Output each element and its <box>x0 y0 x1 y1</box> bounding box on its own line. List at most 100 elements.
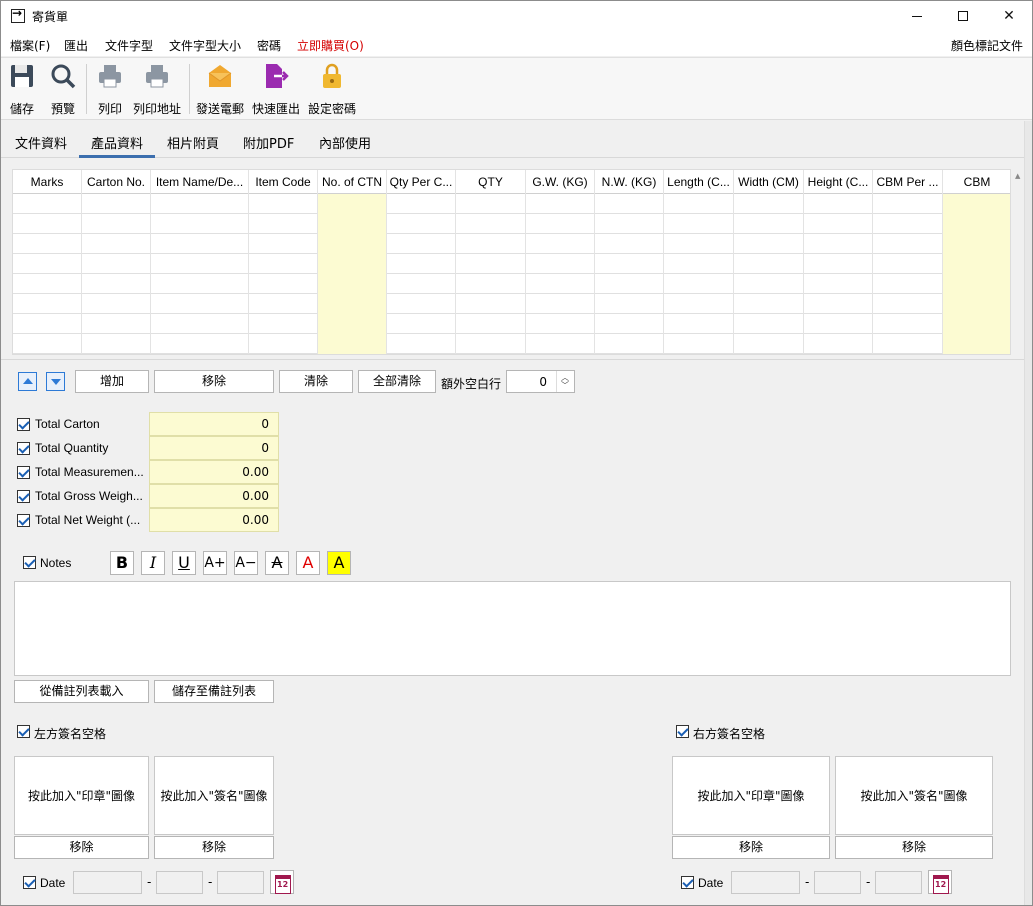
menu-password[interactable]: 密碼 <box>257 37 281 54</box>
send-email-button[interactable]: 發送電郵 <box>195 62 245 118</box>
table-cell[interactable] <box>249 314 318 334</box>
right-date-year-field[interactable] <box>731 871 800 894</box>
column-header[interactable]: N.W. (KG) <box>595 170 664 194</box>
table-cell[interactable] <box>318 234 387 254</box>
left-stamp-image-button[interactable]: 按此加入"印章"圖像 <box>14 756 149 835</box>
table-cell[interactable] <box>249 194 318 214</box>
table-cell[interactable] <box>804 294 873 314</box>
table-cell[interactable] <box>13 214 82 234</box>
table-cell[interactable] <box>804 334 873 354</box>
table-cell[interactable] <box>734 194 804 214</box>
move-row-up-button[interactable] <box>18 372 37 391</box>
column-header[interactable]: Qty Per C... <box>387 170 456 194</box>
table-cell[interactable] <box>318 274 387 294</box>
table-cell[interactable] <box>82 254 151 274</box>
table-cell[interactable] <box>318 254 387 274</box>
table-cell[interactable] <box>595 234 664 254</box>
decrease-font-button[interactable]: A− <box>234 551 258 575</box>
tab-product-info[interactable]: 產品資料 <box>91 133 143 152</box>
table-cell[interactable] <box>151 334 249 354</box>
panel-scrollbar[interactable] <box>1024 121 1032 905</box>
left-date-checkbox[interactable] <box>23 876 36 889</box>
table-cell[interactable] <box>249 234 318 254</box>
table-cell[interactable] <box>151 314 249 334</box>
table-cell[interactable] <box>318 194 387 214</box>
notes-checkbox[interactable] <box>23 556 36 569</box>
table-cell[interactable] <box>387 234 456 254</box>
table-cell[interactable] <box>151 274 249 294</box>
table-cell[interactable] <box>318 314 387 334</box>
left-date-year-field[interactable] <box>73 871 142 894</box>
table-cell[interactable] <box>664 294 734 314</box>
print-address-button[interactable]: 列印地址 <box>133 62 181 118</box>
menu-buy-now[interactable]: 立即購買(O) <box>297 37 364 54</box>
table-cell[interactable] <box>82 314 151 334</box>
table-cell[interactable] <box>456 234 526 254</box>
table-cell[interactable] <box>595 294 664 314</box>
column-header[interactable]: CBM Per ... <box>873 170 943 194</box>
stepper-buttons[interactable]: ︿ ﹀ <box>556 371 574 392</box>
tab-attach-pdf[interactable]: 附加PDF <box>243 133 294 152</box>
table-cell[interactable] <box>249 274 318 294</box>
bold-button[interactable]: B <box>110 551 134 575</box>
table-cell[interactable] <box>873 314 943 334</box>
clear-all-button[interactable]: 全部清除 <box>358 370 436 393</box>
column-header[interactable]: Width (CM) <box>734 170 804 194</box>
right-sign-image-button[interactable]: 按此加入"簽名"圖像 <box>835 756 993 835</box>
table-cell[interactable] <box>873 194 943 214</box>
table-cell[interactable] <box>804 274 873 294</box>
add-row-button[interactable]: 增加 <box>75 370 149 393</box>
total-checkbox[interactable] <box>17 442 30 455</box>
table-cell[interactable] <box>13 314 82 334</box>
highlight-button[interactable]: A <box>327 551 351 575</box>
table-cell[interactable] <box>664 274 734 294</box>
table-cell[interactable] <box>387 274 456 294</box>
column-header[interactable]: Carton No. <box>82 170 151 194</box>
extra-blank-rows-stepper[interactable]: 0 ︿ ﹀ <box>506 370 575 393</box>
table-cell[interactable] <box>456 314 526 334</box>
maximize-button[interactable] <box>940 1 986 31</box>
tab-photo-pages[interactable]: 相片附頁 <box>167 133 219 152</box>
total-checkbox[interactable] <box>17 514 30 527</box>
left-sign-remove-button[interactable]: 移除 <box>154 836 274 859</box>
total-checkbox[interactable] <box>17 466 30 479</box>
table-cell[interactable] <box>804 214 873 234</box>
column-header[interactable]: Height (C... <box>804 170 873 194</box>
table-cell[interactable] <box>387 254 456 274</box>
table-cell[interactable] <box>249 294 318 314</box>
table-cell[interactable] <box>595 334 664 354</box>
print-button[interactable]: 列印 <box>94 62 126 118</box>
product-grid[interactable]: Marks Carton No. Item Name/De... Item Code N… <box>12 169 1011 355</box>
close-button[interactable]: ✕ <box>986 1 1032 31</box>
table-cell[interactable] <box>943 274 1010 294</box>
table-cell[interactable] <box>151 214 249 234</box>
table-cell[interactable] <box>873 334 943 354</box>
column-header[interactable]: QTY <box>456 170 526 194</box>
total-checkbox[interactable] <box>17 490 30 503</box>
menu-color-doc[interactable]: 顏色標記文件 <box>951 37 1023 54</box>
table-cell[interactable] <box>804 194 873 214</box>
right-stamp-image-button[interactable]: 按此加入"印章"圖像 <box>672 756 830 835</box>
total-checkbox[interactable] <box>17 418 30 431</box>
column-header[interactable]: Item Name/De... <box>151 170 249 194</box>
table-cell[interactable] <box>664 214 734 234</box>
table-cell[interactable] <box>318 294 387 314</box>
table-cell[interactable] <box>734 334 804 354</box>
left-signature-checkbox[interactable] <box>17 725 30 738</box>
table-cell[interactable] <box>664 314 734 334</box>
table-cell[interactable] <box>249 214 318 234</box>
table-cell[interactable] <box>387 194 456 214</box>
menu-export[interactable]: 匯出 <box>64 37 88 54</box>
table-cell[interactable] <box>664 254 734 274</box>
table-cell[interactable] <box>456 274 526 294</box>
table-cell[interactable] <box>943 234 1010 254</box>
table-cell[interactable] <box>318 334 387 354</box>
table-cell[interactable] <box>13 254 82 274</box>
tab-internal-use[interactable]: 內部使用 <box>319 133 371 152</box>
table-cell[interactable] <box>526 294 595 314</box>
column-header[interactable]: No. of CTN <box>318 170 387 194</box>
table-cell[interactable] <box>943 254 1010 274</box>
table-cell[interactable] <box>387 334 456 354</box>
left-sign-image-button[interactable]: 按此加入"簽名"圖像 <box>154 756 274 835</box>
table-row[interactable] <box>13 214 1010 234</box>
